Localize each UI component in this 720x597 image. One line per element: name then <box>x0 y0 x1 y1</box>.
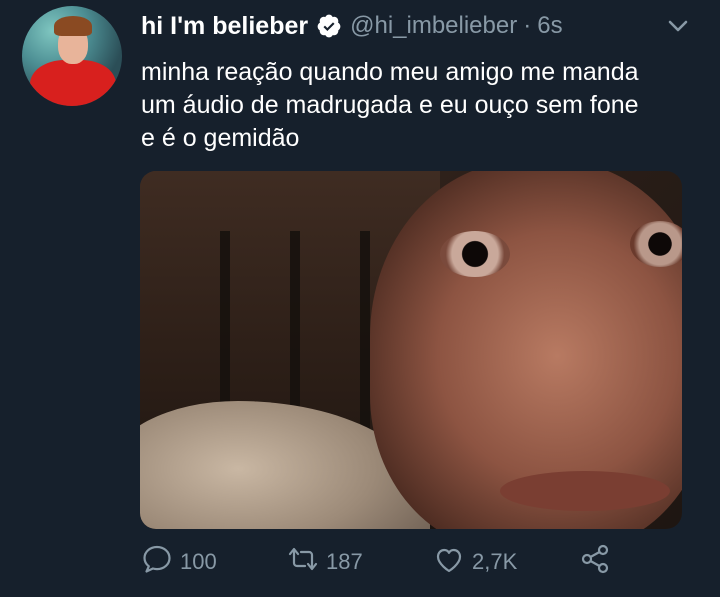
like-button[interactable]: 2,7K <box>432 540 517 584</box>
timestamp[interactable]: 6s <box>537 12 562 40</box>
avatar-shirt <box>30 60 116 106</box>
media-eye <box>630 221 682 267</box>
handle[interactable]: @hi_imbelieber <box>350 12 517 40</box>
tweet-header: hi I'm belieber @hi_imbelieber · 6s <box>141 6 563 46</box>
reply-count: 100 <box>180 549 217 574</box>
retweet-icon <box>286 542 320 582</box>
display-name[interactable]: hi I'm belieber <box>141 12 308 41</box>
heart-icon <box>432 542 466 582</box>
reply-icon <box>140 542 174 582</box>
tweet-text-line: e é o gemidão <box>141 124 300 152</box>
share-icon <box>578 542 612 582</box>
like-count: 2,7K <box>472 549 518 574</box>
media-mouth <box>500 471 670 511</box>
avatar-hat <box>54 16 92 36</box>
reply-button[interactable]: 100 <box>140 540 217 584</box>
tweet-text-line: um áudio de madrugada e eu ouço sem fone <box>141 91 639 119</box>
retweet-button[interactable]: 187 <box>286 540 363 584</box>
tweet-text-line: minha reação quando meu amigo me manda <box>141 58 639 86</box>
retweet-count: 187 <box>326 549 363 574</box>
media-eye <box>440 231 510 277</box>
verified-badge-icon <box>316 13 342 39</box>
tweet-text: minha reação quando meu amigo me manda u… <box>141 56 701 155</box>
avatar[interactable] <box>22 6 122 106</box>
separator: · <box>523 12 532 39</box>
tweet-media-image[interactable] <box>140 171 682 529</box>
share-button[interactable] <box>578 540 612 584</box>
tweet-actions: 100 187 2,7K <box>140 540 620 584</box>
chevron-down-icon[interactable] <box>664 12 692 40</box>
